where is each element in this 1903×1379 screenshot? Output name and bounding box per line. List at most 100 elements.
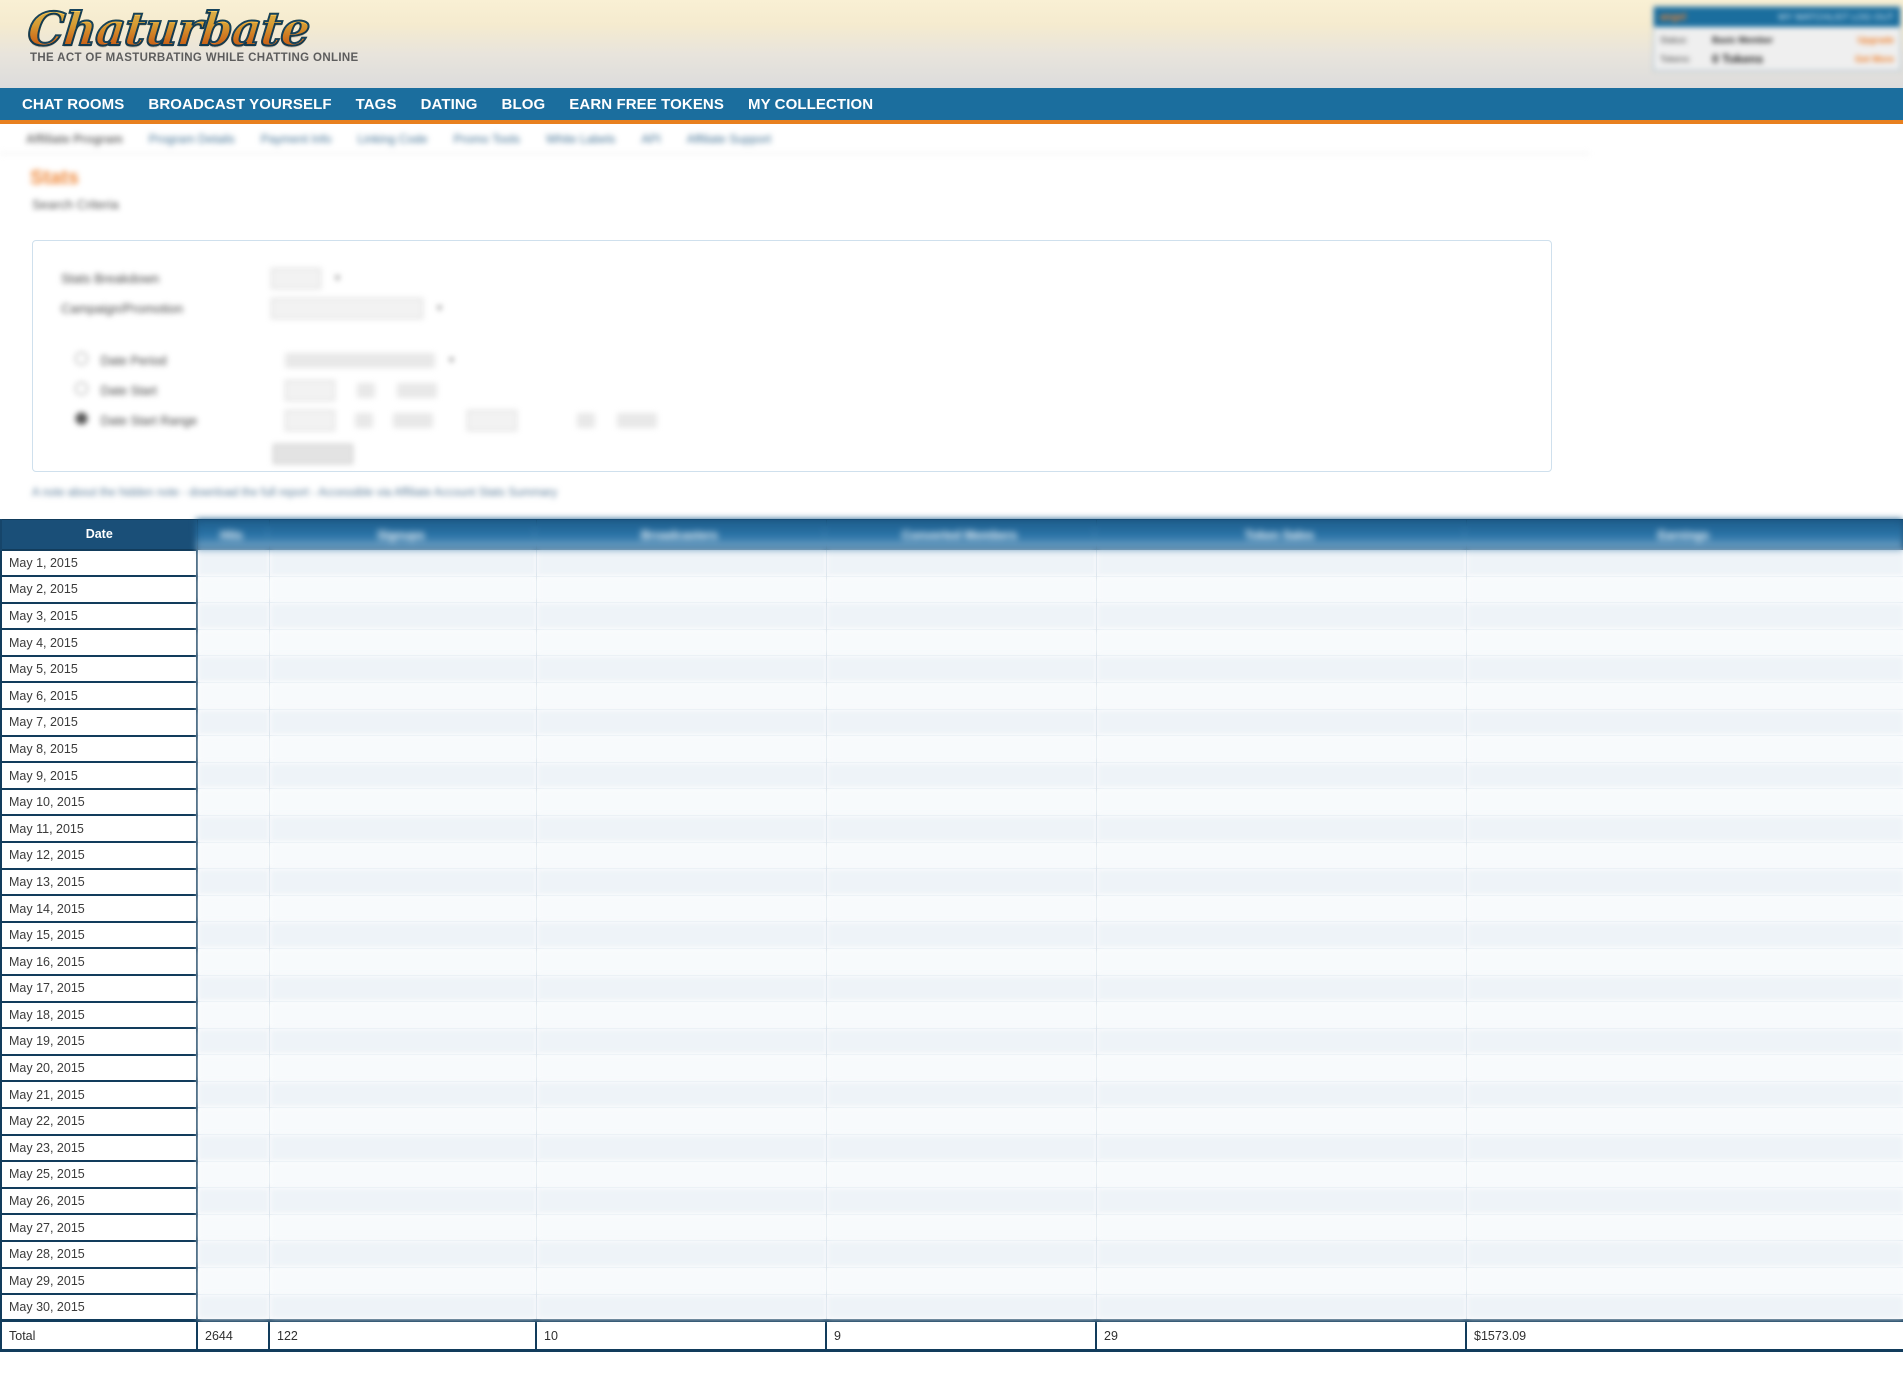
cell-c1	[196, 1267, 270, 1295]
cell-c4	[825, 575, 1097, 603]
cell-c3	[535, 894, 827, 922]
cell-c2	[268, 1001, 537, 1029]
table-row: May 12, 2015	[0, 841, 1903, 869]
cell-c2	[268, 1160, 537, 1188]
cell-c5	[1095, 974, 1467, 1002]
range-start-month[interactable]	[285, 409, 335, 431]
date-range-radio[interactable]	[75, 412, 88, 425]
date-start-day-select[interactable]	[357, 382, 375, 398]
cell-c2	[268, 681, 537, 710]
cell-date: May 16, 2015	[0, 947, 198, 975]
cell-c2	[268, 708, 537, 736]
logo-wordmark: Chaturbate	[24, 1, 313, 57]
cell-c4	[825, 788, 1097, 816]
cell-c5	[1095, 841, 1467, 869]
cell-c4	[825, 1134, 1097, 1162]
nav-item-blog[interactable]: BLOG	[502, 96, 546, 113]
nav-item-chat-rooms[interactable]: CHAT ROOMS	[22, 96, 124, 113]
my-watchlist-link[interactable]: MY WATCHLIST	[1778, 12, 1848, 23]
subnav-item-api[interactable]: API	[641, 132, 660, 146]
cell-date: May 17, 2015	[0, 974, 198, 1002]
cell-date: May 2, 2015	[0, 575, 198, 603]
subnav-item-affiliate-support[interactable]: Affiliate Support	[687, 132, 772, 146]
column-header-date[interactable]: Date	[0, 519, 198, 550]
cell-c1	[196, 1027, 270, 1055]
username-label: angel	[1660, 11, 1687, 23]
cell-c5	[1095, 681, 1467, 710]
cell-c3	[535, 628, 827, 656]
subnav-item-white-labels[interactable]: White Labels	[546, 132, 615, 146]
subnav-item-linking-code[interactable]: Linking Code	[357, 132, 427, 146]
cell-c3	[535, 761, 827, 789]
nav-item-broadcast-yourself[interactable]: BROADCAST YOURSELF	[148, 96, 331, 113]
cell-date: May 27, 2015	[0, 1213, 198, 1241]
upgrade-link[interactable]: Upgrade	[1857, 35, 1894, 45]
cell-c6	[1465, 708, 1903, 736]
cell-c1	[196, 1080, 270, 1108]
cell-c5	[1095, 1054, 1467, 1082]
cell-c3	[535, 735, 827, 763]
subnav-item-program-details[interactable]: Program Details	[149, 132, 235, 146]
cell-c1	[196, 761, 270, 789]
date-range-label: Date Start Range	[61, 412, 285, 428]
cell-c5	[1095, 549, 1467, 577]
cell-c1	[196, 868, 270, 896]
cell-c4	[825, 1293, 1097, 1321]
subnav-item-promo-tools[interactable]: Promo Tools	[454, 132, 520, 146]
cell-c4	[825, 708, 1097, 736]
subnav-item-affiliate-program[interactable]: Affiliate Program	[26, 132, 123, 146]
nav-item-earn-free-tokens[interactable]: EARN FREE TOKENS	[569, 96, 724, 113]
user-account-panel[interactable]: angel MY WATCHLIST LOG OUT Status: Basic…	[1653, 6, 1901, 71]
cell-c3	[535, 1293, 827, 1321]
table-row: May 16, 2015	[0, 947, 1903, 975]
cell-c5	[1095, 1001, 1467, 1029]
cell-c3	[535, 814, 827, 843]
date-start-radio[interactable]	[75, 382, 88, 395]
column-header-broadcasters[interactable]: Broadcasters	[535, 519, 827, 550]
column-header-earnings[interactable]: Earnings	[1465, 519, 1903, 550]
cell-c6	[1465, 1054, 1903, 1082]
tokens-label: Tokens:	[1660, 53, 1692, 64]
column-header-signups[interactable]: Signups	[268, 519, 537, 550]
cell-c6	[1465, 655, 1903, 683]
cell-date: May 1, 2015	[0, 548, 198, 577]
cell-c4	[825, 1080, 1097, 1108]
date-start-month-select[interactable]	[285, 379, 335, 401]
column-header-token-sales[interactable]: Token Sales	[1095, 519, 1467, 550]
date-period-value[interactable]	[285, 352, 435, 368]
get-more-link[interactable]: Get More	[1855, 54, 1894, 64]
cell-date: May 11, 2015	[0, 814, 198, 843]
cell-c1	[196, 1107, 270, 1135]
date-period-radio[interactable]	[75, 352, 88, 365]
column-header-converted-members[interactable]: Converted Members	[825, 519, 1097, 550]
nav-item-tags[interactable]: TAGS	[356, 96, 397, 113]
cell-c6	[1465, 1027, 1903, 1055]
table-row: May 18, 2015	[0, 1000, 1903, 1029]
campaign-select[interactable]	[271, 297, 423, 319]
cell-c6	[1465, 735, 1903, 763]
range-end-year[interactable]	[617, 412, 657, 428]
stats-breakdown-select[interactable]	[271, 267, 321, 289]
cell-c4	[825, 761, 1097, 789]
cell-c6	[1465, 894, 1903, 922]
cell-c5	[1095, 921, 1467, 949]
nav-item-my-collection[interactable]: MY COLLECTION	[748, 96, 873, 113]
cell-c6	[1465, 1267, 1903, 1295]
range-start-day[interactable]	[355, 412, 373, 428]
range-start-year[interactable]	[393, 412, 433, 428]
column-header-hits[interactable]: Hits	[196, 519, 270, 550]
subnav-item-payment-info[interactable]: Payment Info	[261, 132, 332, 146]
date-start-year-select[interactable]	[397, 382, 437, 398]
cell-c2	[268, 655, 537, 683]
stats-table-header-row: Date Hits Signups Broadcasters Converted…	[0, 519, 1903, 550]
chevron-down-icon-2: ▾	[437, 302, 443, 314]
total-cell-c4: 9	[825, 1319, 1097, 1353]
cell-c1	[196, 1293, 270, 1321]
range-end-day[interactable]	[577, 412, 595, 428]
nav-item-dating[interactable]: DATING	[421, 96, 478, 113]
range-end-month[interactable]	[467, 409, 517, 431]
log-out-link[interactable]: LOG OUT	[1851, 12, 1894, 23]
cell-c6	[1465, 1187, 1903, 1215]
site-logo[interactable]: Chaturbate THE ACT OF MASTURBATING WHILE…	[24, 1, 358, 64]
search-stats-button[interactable]	[273, 444, 353, 464]
